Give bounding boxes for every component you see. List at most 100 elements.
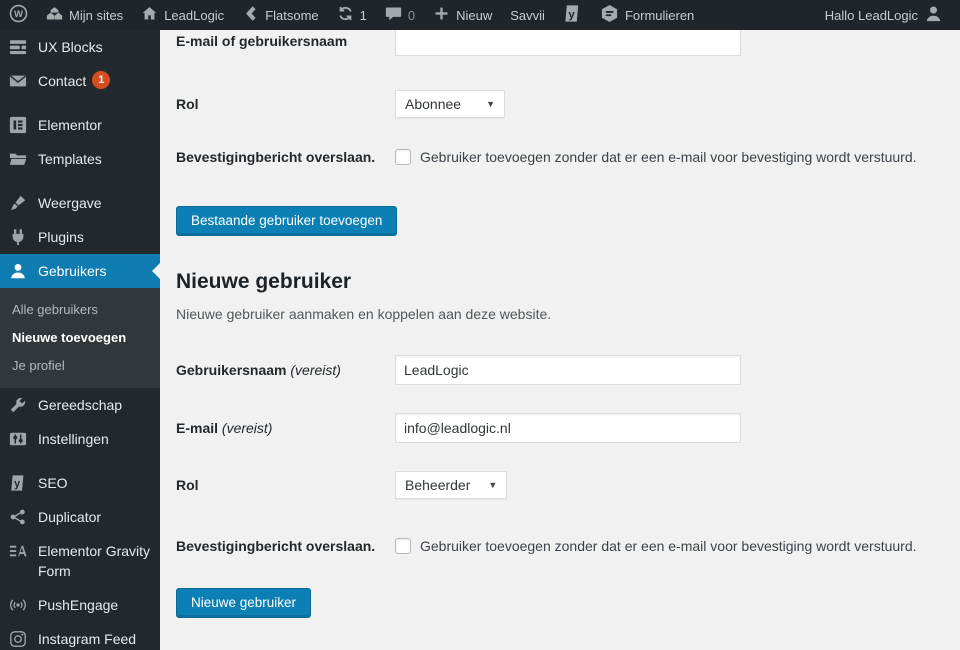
add-new-user-button[interactable]: Nieuwe gebruiker [176, 588, 311, 618]
wrench-icon [8, 395, 28, 415]
yoast-menu[interactable]: y [554, 0, 591, 30]
sidebar-item-pushengage[interactable]: PushEngage [0, 588, 160, 622]
existing-skip-checkbox[interactable] [395, 149, 411, 165]
add-existing-user-button[interactable]: Bestaande gebruiker toevoegen [176, 206, 397, 236]
sidebar-item-plugins[interactable]: Plugins [0, 220, 160, 254]
admin-bar-right: Hallo LeadLogic [816, 0, 960, 30]
site-menu[interactable]: LeadLogic [132, 0, 233, 30]
yoast-icon: y [563, 4, 582, 26]
existing-skip-row: Bevestigingbericht overslaan. Gebruiker … [176, 148, 940, 166]
new-user-description-row: Nieuwe gebruiker aanmaken en koppelen aa… [176, 306, 940, 322]
forms-menu[interactable]: Formulieren [591, 0, 703, 30]
new-skip-checkbox-wrap: Gebruiker toevoegen zonder dat er een e-… [395, 538, 917, 554]
theme-name-label: Flatsome [265, 8, 318, 23]
sidebar-item-duplicator[interactable]: Duplicator [0, 500, 160, 534]
yoast-seo-icon: y [8, 473, 28, 493]
sidebar-item-instagram-feed[interactable]: Instagram Feed For Elementor [0, 622, 160, 650]
updates-count: 1 [360, 8, 367, 23]
sidebar-item-label: Duplicator [38, 507, 154, 527]
wordpress-logo-menu[interactable]: W [0, 0, 37, 30]
my-account-menu[interactable]: Hallo LeadLogic [816, 0, 952, 30]
new-skip-text: Gebruiker toevoegen zonder dat er een e-… [420, 538, 917, 554]
new-user-description: Nieuwe gebruiker aanmaken en koppelen aa… [176, 306, 940, 322]
existing-role-value: Abonnee [405, 96, 461, 112]
share-nodes-icon [8, 507, 28, 527]
sidebar-item-weergave[interactable]: Weergave [0, 186, 160, 220]
folder-icon [8, 149, 28, 169]
email-label: E-mail (vereist) [176, 419, 395, 437]
existing-skip-label: Bevestigingbericht overslaan. [176, 148, 395, 166]
username-label: Gebruikersnaam (vereist) [176, 361, 395, 379]
savvii-menu[interactable]: Savvii [501, 0, 554, 30]
admin-bar: W Mijn sites LeadLogic Flatsome [0, 0, 960, 30]
greeting-label: Hallo LeadLogic [825, 8, 918, 23]
wordpress-admin-screen: W Mijn sites LeadLogic Flatsome [0, 0, 960, 650]
sidebar-item-contact[interactable]: Contact1 [0, 64, 160, 98]
sidebar-item-label: PushEngage [38, 595, 154, 615]
settings-sliders-icon [8, 429, 28, 449]
username-input[interactable] [395, 355, 741, 385]
username-required: (vereist) [290, 362, 341, 378]
new-user-heading-row: Nieuwe gebruiker [176, 269, 940, 294]
sidebar-item-gereedschap[interactable]: Gereedschap [0, 388, 160, 422]
sidebar-item-label: SEO [38, 473, 154, 493]
admin-bar-left: W Mijn sites LeadLogic Flatsome [0, 0, 703, 30]
instagram-icon [8, 629, 28, 649]
email-row: E-mail (vereist) [176, 413, 940, 443]
existing-role-select[interactable]: Abonnee ▼ [395, 90, 505, 118]
paintbrush-icon [8, 193, 28, 213]
sidebar-item-ux-blocks[interactable]: UX Blocks [0, 30, 160, 64]
flatsome-icon [242, 5, 259, 25]
savvii-label: Savvii [510, 8, 545, 23]
new-skip-checkbox[interactable] [395, 538, 411, 554]
home-icon [141, 5, 158, 25]
svg-text:y: y [568, 9, 575, 21]
updates-menu[interactable]: 1 [328, 0, 376, 30]
new-skip-label: Bevestigingbericht overslaan. [176, 537, 395, 555]
email-input[interactable] [395, 413, 741, 443]
contact-count-badge: 1 [92, 71, 110, 89]
sidebar-item-label: Gereedschap [38, 395, 154, 415]
sidebar-item-label: Contact1 [38, 71, 154, 91]
sidebar-item-instellingen[interactable]: Instellingen [0, 422, 160, 456]
new-role-label: Rol [176, 476, 395, 494]
existing-email-input[interactable] [395, 30, 741, 56]
sidebar-item-templates[interactable]: Templates [0, 142, 160, 176]
menu-separator [0, 176, 160, 186]
theme-menu[interactable]: Flatsome [233, 0, 327, 30]
new-label: Nieuw [456, 8, 492, 23]
chevron-down-icon: ▼ [488, 480, 497, 490]
forms-label: Formulieren [625, 8, 694, 23]
sidebar-item-seo[interactable]: y SEO [0, 466, 160, 500]
wordpress-logo-icon: W [9, 4, 28, 26]
existing-user-email-row: E-mail of gebruikersnaam [176, 30, 940, 56]
my-sites-menu[interactable]: Mijn sites [37, 0, 132, 30]
sidebar-item-gebruikers[interactable]: Gebruikers [0, 254, 160, 288]
new-content-menu[interactable]: Nieuw [424, 0, 501, 30]
existing-email-label: E-mail of gebruikersnaam [176, 32, 395, 50]
new-skip-row: Bevestigingbericht overslaan. Gebruiker … [176, 537, 940, 555]
comments-menu[interactable]: 0 [376, 0, 424, 30]
my-sites-label: Mijn sites [69, 8, 123, 23]
submenu-item-nieuwe-toevoegen[interactable]: Nieuwe toevoegen [0, 324, 160, 352]
submenu-item-alle-gebruikers[interactable]: Alle gebruikers [0, 296, 160, 324]
username-row: Gebruikersnaam (vereist) [176, 355, 940, 385]
updates-icon [337, 5, 354, 25]
existing-submit-row: Bestaande gebruiker toevoegen [176, 206, 940, 236]
add-user-page: E-mail of gebruikersnaam Rol Abonnee ▼ B… [160, 30, 960, 650]
gravity-forms-icon [600, 4, 619, 26]
user-icon [8, 261, 28, 281]
comments-count: 0 [408, 8, 415, 23]
chevron-down-icon: ▼ [486, 99, 495, 109]
elementor-gravity-icon [8, 541, 28, 561]
svg-text:W: W [14, 9, 23, 20]
new-role-select[interactable]: Beheerder ▼ [395, 471, 507, 499]
submenu-item-je-profiel[interactable]: Je profiel [0, 352, 160, 380]
avatar-icon [924, 4, 943, 26]
sidebar-item-elementor[interactable]: Elementor [0, 108, 160, 142]
existing-skip-checkbox-wrap: Gebruiker toevoegen zonder dat er een e-… [395, 149, 917, 165]
admin-sidebar-menu: UX Blocks Contact1 Elementor Templat [0, 30, 160, 650]
sidebar-item-label: Templates [38, 149, 154, 169]
sidebar-item-elementor-gravity-form[interactable]: Elementor Gravity Form [0, 534, 160, 588]
sidebar-item-label: Gebruikers [38, 261, 154, 281]
